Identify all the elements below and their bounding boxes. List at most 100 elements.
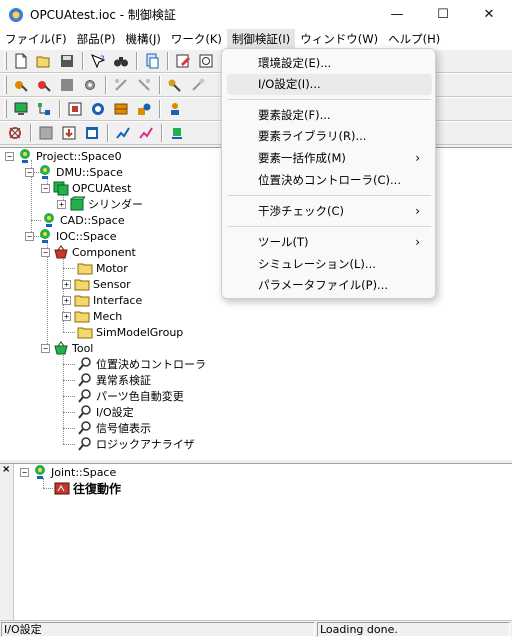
chart-up-icon: [115, 127, 130, 139]
shapes-button[interactable]: [133, 99, 154, 120]
monitor-button[interactable]: [10, 99, 31, 120]
menu-item-positioning-controller[interactable]: 位置決めコントローラ(C)...: [227, 170, 432, 191]
toolbar-grip[interactable]: [4, 100, 7, 118]
tree-node-signal-display[interactable]: 信号値表示: [77, 420, 151, 436]
tree-node-mech[interactable]: + Mech: [62, 308, 122, 324]
chart-pink-button[interactable]: [135, 123, 156, 144]
menu-item-label: I/O設定(I)...: [258, 77, 321, 91]
probe-button[interactable]: [187, 75, 208, 96]
tree-node-simmodelgroup[interactable]: SimModelGroup: [77, 324, 183, 340]
toolbar-grip[interactable]: [4, 52, 7, 70]
expand-toggle[interactable]: +: [62, 279, 71, 289]
target-button[interactable]: [87, 99, 108, 120]
collapse-toggle[interactable]: −: [41, 247, 50, 257]
link-button[interactable]: [110, 75, 131, 96]
import-button[interactable]: [58, 123, 79, 144]
tree-node-component[interactable]: − Component: [41, 244, 136, 260]
assembly-cube-icon: [53, 181, 69, 196]
tree-node-joint-space[interactable]: − Joint::Space: [20, 464, 116, 480]
grid-icon: [114, 103, 127, 115]
menu-file[interactable]: ファイル(F): [0, 29, 72, 49]
collapse-toggle[interactable]: −: [25, 231, 34, 241]
tree-view-button[interactable]: [33, 99, 54, 120]
disk-button[interactable]: [56, 75, 77, 96]
tree-node-dmu-space[interactable]: − DMU::Space: [25, 164, 123, 180]
minimize-button[interactable]: —: [374, 0, 420, 29]
menu-item-element-library[interactable]: 要素ライブラリ(R)...: [227, 126, 432, 147]
save-button[interactable]: [56, 51, 77, 72]
tree-node-label: I/O設定: [96, 406, 134, 419]
tool-run-button[interactable]: [10, 75, 31, 96]
close-panel-icon[interactable]: ×: [2, 464, 10, 475]
menu-item-label: 環境設定(E)...: [258, 56, 332, 70]
menu-item-simulation[interactable]: シミュレーション(L)...: [227, 254, 432, 275]
toolbar-grip[interactable]: [4, 76, 7, 94]
tree-node-ioc-space[interactable]: − IOC::Space: [25, 228, 117, 244]
collapse-toggle[interactable]: −: [41, 343, 50, 353]
tree-node-logic-analyzer[interactable]: ロジックアナライザ: [77, 436, 195, 452]
tree-node-cylinder[interactable]: + シリンダー: [57, 196, 143, 212]
layer-button[interactable]: [35, 123, 56, 144]
tree-node-sensor[interactable]: + Sensor: [62, 276, 131, 292]
menu-item-parameter-file[interactable]: パラメータファイル(P)...: [227, 275, 432, 296]
menu-item-interference-check[interactable]: 干渉チェック(C) ›: [227, 201, 432, 222]
open-file-button[interactable]: [33, 51, 54, 72]
chevron-right-icon: ›: [415, 204, 420, 218]
refresh-button[interactable]: [195, 51, 216, 72]
tree-view-icon: [37, 103, 50, 115]
settings-button[interactable]: [79, 75, 100, 96]
collapse-toggle[interactable]: −: [20, 467, 29, 477]
collapse-toggle[interactable]: −: [25, 167, 34, 177]
tool-stop-button[interactable]: [33, 75, 54, 96]
new-file-button[interactable]: [10, 51, 31, 72]
tree-node-abnormal-verification[interactable]: 異常系検証: [77, 372, 151, 388]
tree-node-cad-space[interactable]: CAD::Space: [41, 212, 125, 228]
tree-node-parts-color-auto[interactable]: パーツ色自動変更: [77, 388, 184, 404]
key-button[interactable]: [164, 75, 185, 96]
document-button[interactable]: [141, 51, 162, 72]
menu-help[interactable]: ヘルプ(H): [383, 29, 445, 49]
menu-control-verification[interactable]: 制御検証(I): [226, 29, 296, 49]
menu-item-element-settings[interactable]: 要素設定(F)...: [227, 105, 432, 126]
find-button[interactable]: [110, 51, 131, 72]
menu-parts[interactable]: 部品(P): [72, 29, 121, 49]
tree-node-project[interactable]: − Project::Space0: [5, 148, 122, 164]
menu-item-environment-settings[interactable]: 環境設定(E)...: [227, 53, 432, 74]
chart-up-button[interactable]: [112, 123, 133, 144]
edit-button[interactable]: [172, 51, 193, 72]
tree-node-positioning-controller[interactable]: 位置決めコントローラ: [77, 356, 206, 372]
maximize-button[interactable]: ☐: [420, 0, 466, 29]
help-pointer-button[interactable]: ?: [87, 51, 108, 72]
robot-button[interactable]: [4, 123, 25, 144]
svg-text:?: ?: [100, 55, 105, 65]
tree-node-reciprocating-motion[interactable]: 往復動作: [54, 480, 121, 496]
window-button[interactable]: [81, 123, 102, 144]
menu-work[interactable]: ワーク(K): [166, 29, 227, 49]
menu-item-io-settings[interactable]: I/O設定(I)...: [227, 74, 432, 95]
tree-node-motor[interactable]: Motor: [77, 260, 128, 276]
menu-item-tools[interactable]: ツール(T) ›: [227, 232, 432, 253]
unlink-button[interactable]: [133, 75, 154, 96]
tree-node-tool[interactable]: − Tool: [41, 340, 93, 356]
component-button[interactable]: [64, 99, 85, 120]
tree-node-interface[interactable]: + Interface: [62, 292, 142, 308]
magnifier-tool-icon: [78, 405, 91, 419]
menu-mechanism[interactable]: 機構(J): [121, 29, 166, 49]
menu-item-bulk-create[interactable]: 要素一括作成(M) ›: [227, 148, 432, 169]
toolbar-separator: [105, 76, 107, 94]
user-icon: [170, 103, 179, 115]
magnifier-tool-icon: [78, 421, 91, 435]
collapse-toggle[interactable]: −: [41, 183, 50, 193]
tree-node-io-settings[interactable]: I/O設定: [77, 404, 134, 420]
expand-toggle[interactable]: +: [57, 199, 66, 209]
grid-button[interactable]: [110, 99, 131, 120]
user-button[interactable]: [164, 99, 185, 120]
folder-icon: [74, 279, 90, 291]
menu-window[interactable]: ウィンドウ(W): [295, 29, 383, 49]
tree-node-opcuatest[interactable]: − OPCUAtest: [41, 180, 131, 196]
expand-toggle[interactable]: +: [62, 311, 71, 321]
sensor-button[interactable]: [166, 123, 187, 144]
collapse-toggle[interactable]: −: [5, 151, 14, 161]
close-button[interactable]: ✕: [466, 0, 512, 29]
expand-toggle[interactable]: +: [62, 295, 71, 305]
